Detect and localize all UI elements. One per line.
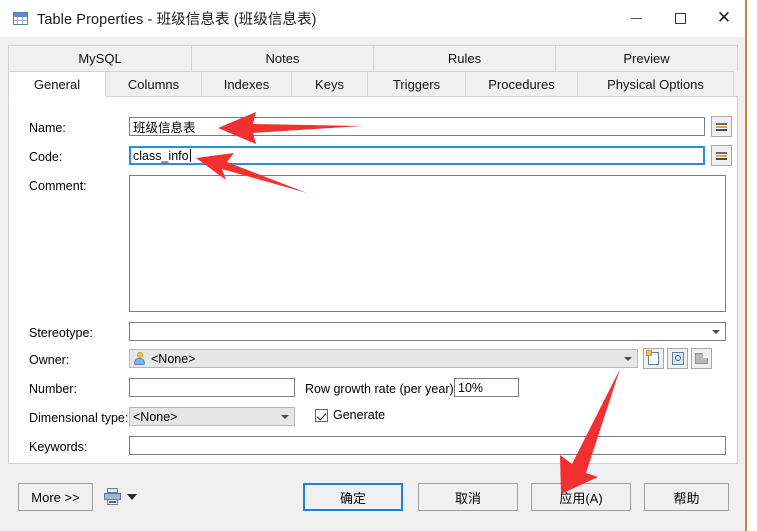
row-growth-label: Row growth rate (per year): xyxy=(305,382,458,396)
tab-notes[interactable]: Notes xyxy=(191,45,374,71)
chevron-down-icon xyxy=(624,356,632,361)
row-growth-field[interactable]: 10% xyxy=(454,378,519,397)
tab-indexes[interactable]: Indexes xyxy=(201,71,292,97)
tab-label: Keys xyxy=(315,77,344,92)
close-icon: ✕ xyxy=(716,8,732,28)
keywords-label: Keywords: xyxy=(29,440,88,454)
dimensional-type-label: Dimensional type: xyxy=(29,411,129,425)
tab-label: Rules xyxy=(447,51,482,66)
new-document-icon xyxy=(646,350,659,365)
text-caret xyxy=(189,149,191,162)
minimize-icon xyxy=(630,18,642,19)
name-label: Name: xyxy=(29,121,66,135)
tab-columns[interactable]: Columns xyxy=(105,71,202,97)
help-button[interactable]: 帮助 xyxy=(644,483,729,511)
cancel-button[interactable]: 取消 xyxy=(418,483,518,511)
title-bar: Table Properties - 班级信息表 (班级信息表) ✕ xyxy=(0,0,746,37)
owner-value: <None> xyxy=(151,351,196,366)
cancel-button-label: 取消 xyxy=(454,490,481,506)
dimensional-type-value: <None> xyxy=(133,409,178,424)
tab-label: Indexes xyxy=(223,77,270,92)
name-equals-button[interactable] xyxy=(711,116,732,137)
tab-bar: MySQL Notes Rules Preview General Column… xyxy=(8,45,738,97)
equals-icon xyxy=(716,122,727,131)
tab-label: Physical Options xyxy=(607,77,704,92)
number-label: Number: xyxy=(29,382,77,396)
tab-row-upper: MySQL Notes Rules Preview xyxy=(8,45,738,71)
tab-triggers[interactable]: Triggers xyxy=(367,71,466,97)
stereotype-label: Stereotype: xyxy=(29,326,93,340)
row-growth-value: 10% xyxy=(458,380,484,395)
owner-label: Owner: xyxy=(29,353,70,367)
keywords-field[interactable] xyxy=(129,436,726,455)
ok-button-label: 确定 xyxy=(339,490,366,506)
owner-combo[interactable]: <None> xyxy=(129,349,638,368)
window-right-edge-accent xyxy=(745,0,747,531)
table-icon xyxy=(13,12,28,25)
folder-icon xyxy=(695,353,708,364)
tab-rules[interactable]: Rules xyxy=(373,45,556,71)
dialog-button-bar: More >> 确定 取消 应用(A) 帮助 xyxy=(0,470,746,531)
tab-label: Triggers xyxy=(392,77,441,92)
user-icon xyxy=(133,352,146,365)
window-title: Table Properties - 班级信息表 (班级信息表) xyxy=(37,12,317,28)
report-icon[interactable] xyxy=(104,488,121,505)
tab-row-lower: General Columns Indexes Keys Triggers Pr… xyxy=(8,71,738,97)
table-properties-dialog: Table Properties - 班级信息表 (班级信息表) ✕ MySQL… xyxy=(0,0,746,531)
stereotype-combo[interactable] xyxy=(129,322,726,341)
comment-textarea[interactable] xyxy=(129,175,726,312)
maximize-button[interactable] xyxy=(658,0,702,37)
more-button-label: More >> xyxy=(31,489,80,505)
generate-checkbox[interactable]: Generate xyxy=(315,408,385,422)
tab-label: Preview xyxy=(623,51,670,66)
ok-button[interactable]: 确定 xyxy=(303,483,403,511)
help-button-label: 帮助 xyxy=(673,490,700,506)
tab-label: Procedures xyxy=(488,77,555,92)
maximize-icon xyxy=(674,13,686,24)
minimize-button[interactable] xyxy=(614,0,658,37)
more-button[interactable]: More >> xyxy=(18,483,93,511)
owner-properties-button[interactable] xyxy=(667,348,688,369)
tab-general[interactable]: General xyxy=(8,71,106,97)
general-tab-panel: Name: 班级信息表 Code: class_info Comment: St… xyxy=(8,96,738,464)
tab-keys[interactable]: Keys xyxy=(291,71,368,97)
code-label: Code: xyxy=(29,150,63,164)
tab-physical-options[interactable]: Physical Options xyxy=(577,71,734,97)
tab-mysql[interactable]: MySQL xyxy=(8,45,192,71)
code-field-value: class_info xyxy=(133,148,189,163)
number-field[interactable] xyxy=(129,378,295,397)
apply-button-label: 应用(A) xyxy=(559,490,603,506)
chevron-down-icon xyxy=(281,414,289,419)
dimensional-type-combo[interactable]: <None> xyxy=(129,407,295,426)
generate-label: Generate xyxy=(333,408,386,422)
tab-label: General xyxy=(33,76,81,92)
chevron-down-icon xyxy=(712,329,720,334)
tab-label: Notes xyxy=(265,51,300,66)
owner-select-button[interactable] xyxy=(691,348,712,369)
tab-procedures[interactable]: Procedures xyxy=(465,71,578,97)
checkbox-checked-icon xyxy=(315,408,328,422)
tab-preview[interactable]: Preview xyxy=(555,45,738,71)
name-field[interactable]: 班级信息表 xyxy=(129,117,705,136)
tab-label: Columns xyxy=(127,77,180,92)
close-button[interactable]: ✕ xyxy=(702,0,746,37)
code-field[interactable]: class_info xyxy=(129,146,705,165)
tab-label: MySQL xyxy=(78,51,122,66)
comment-label: Comment: xyxy=(29,179,87,193)
view-document-icon xyxy=(671,352,684,365)
apply-button[interactable]: 应用(A) xyxy=(531,483,631,511)
window-controls: ✕ xyxy=(614,0,746,37)
name-field-value: 班级信息表 xyxy=(133,121,196,135)
equals-icon xyxy=(716,151,727,160)
owner-new-button[interactable] xyxy=(643,348,664,369)
report-dropdown-arrow-icon[interactable] xyxy=(127,494,137,500)
code-equals-button[interactable] xyxy=(711,145,732,166)
